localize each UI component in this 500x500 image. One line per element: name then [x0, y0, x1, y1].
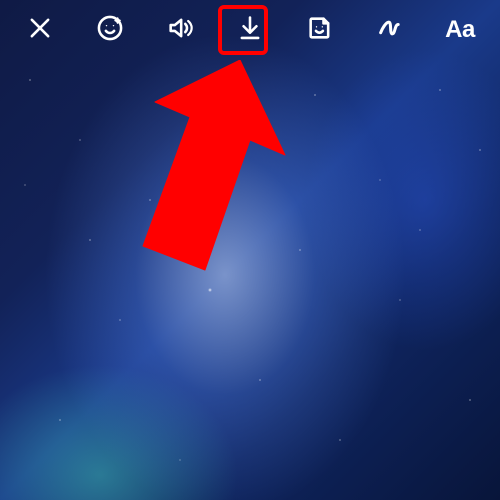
download-icon	[236, 14, 264, 47]
effects-button[interactable]	[92, 12, 128, 48]
sound-button[interactable]	[162, 12, 198, 48]
face-icon	[96, 14, 124, 47]
download-button[interactable]	[232, 12, 268, 48]
sticker-icon	[306, 14, 334, 47]
close-button[interactable]	[22, 12, 58, 48]
story-background-stars	[0, 0, 500, 500]
text-button[interactable]: Aa	[442, 12, 478, 48]
speaker-icon	[166, 14, 194, 47]
text-icon-label: Aa	[445, 16, 475, 44]
story-edit-toolbar: Aa	[0, 0, 500, 60]
draw-button[interactable]	[372, 12, 408, 48]
sticker-button[interactable]	[302, 12, 338, 48]
close-icon	[26, 14, 54, 47]
scribble-icon	[376, 14, 404, 47]
